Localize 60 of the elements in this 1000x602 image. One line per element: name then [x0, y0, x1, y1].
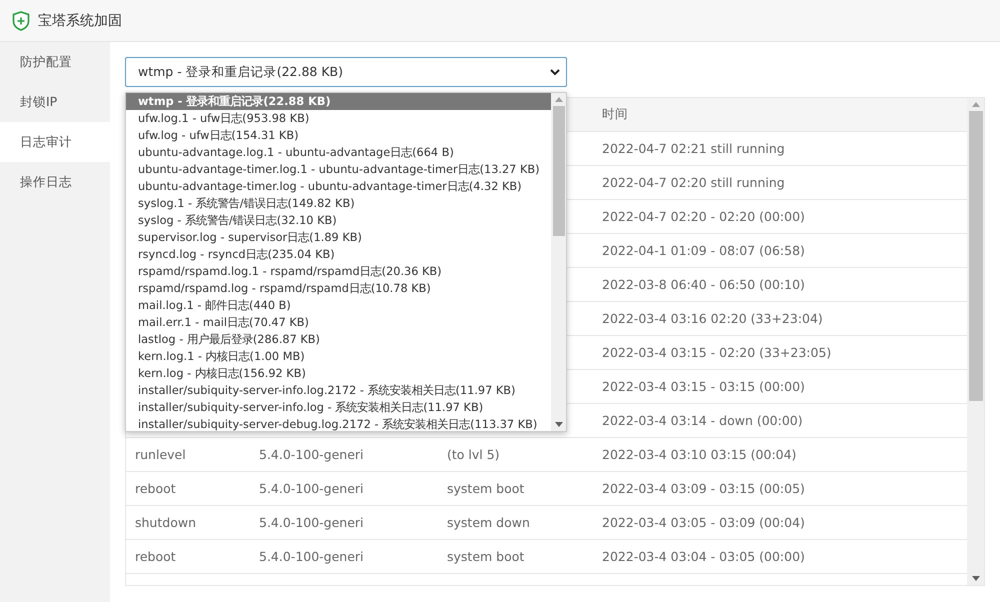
scrollbar[interactable] — [967, 98, 984, 585]
dropdown-option[interactable]: lastlog - 用户最后登录(286.87 KB) — [126, 331, 551, 348]
dropdown-option[interactable]: ubuntu-advantage-timer.log - ubuntu-advantage-timer日志(4.32 KB) — [126, 178, 551, 195]
table-cell-text: system boot — [446, 549, 526, 564]
dropdown-option[interactable]: installer/subiquity-server-info.log.2172 - 系统安装相关日志(11.97 KB) — [126, 382, 551, 399]
dropdown-option[interactable]: kern.log.1 - 内核日志(1.00 MB) — [126, 348, 551, 365]
table-cell-text: 5.4.0-100-generi — [258, 515, 365, 530]
sidebar-item[interactable]: 封锁IP — [0, 82, 110, 122]
table-cell-text: system boot — [446, 481, 526, 496]
table-cell-text: 2022-03-4 03:10 03:15 (00:04) — [601, 447, 798, 462]
column-header: 时间 — [601, 106, 629, 123]
table-cell-text: 2022-03-4 03:14 - down (00:00) — [601, 413, 804, 428]
table-cell-text: 5.4.0-100-generi — [258, 549, 365, 564]
table-cell-text: runlevel — [134, 447, 187, 462]
dropdown-option[interactable]: rspamd/rspamd.log.1 - rspamd/rspamd日志(20.36 KB) — [126, 263, 551, 280]
table-cell-text: reboot — [134, 549, 177, 564]
triangle-down-icon[interactable] — [972, 576, 980, 581]
table-cell-text: 2022-03-4 03:16 02:20 (33+23:04) — [601, 311, 824, 326]
sidebar-item[interactable]: 日志审计 — [0, 122, 110, 162]
table-cell-text: (to lvl 5) — [446, 447, 501, 462]
table-cell-text: reboot — [134, 481, 177, 496]
dropdown-option[interactable]: ufw.log.1 - ufw日志(953.98 KB) — [126, 110, 551, 127]
dropdown-option[interactable]: mail.err.1 - mail日志(70.47 KB) — [126, 314, 551, 331]
log-select[interactable]: wtmp - 登录和重启记录(22.88 KB) — [125, 57, 567, 87]
sidebar-item[interactable]: 防护配置 — [0, 42, 110, 82]
dropdown-option[interactable]: rspamd/rspamd.log - rspamd/rspamd日志(10.78 KB) — [126, 280, 551, 297]
dropdown-option[interactable]: installer/subiquity-server-info.log - 系统安装相关日志(11.97 KB) — [126, 399, 551, 416]
dropdown-option[interactable]: mail.log.1 - 邮件日志(440 B) — [126, 297, 551, 314]
table-cell-text: system down — [446, 515, 531, 530]
table-cell-text: 5.4.0-100-generi — [258, 447, 365, 462]
shield-plus-icon — [12, 10, 30, 30]
triangle-up-icon[interactable] — [972, 102, 980, 107]
window-title: 宝塔系统加固 — [38, 12, 122, 30]
table-cell-text: 2022-03-8 06:40 - 06:50 (00:10) — [601, 277, 806, 292]
table-cell-text: 2022-04-1 01:09 - 08:07 (06:58) — [601, 243, 806, 258]
table-cell-text: 2022-04-7 02:20 - 02:20 (00:00) — [601, 209, 806, 224]
dropdown-option[interactable]: installer/subiquity-server-debug.log.2172 - 系统安装相关日志(113.37 KB) — [126, 416, 551, 431]
table-cell-text: 2022-03-4 03:15 - 03:15 (00:00) — [601, 379, 806, 394]
table-cell-text: 2022-03-4 03:05 - 03:09 (00:04) — [601, 515, 806, 530]
table-cell-text: 2022-03-4 03:09 - 03:15 (00:05) — [601, 481, 806, 496]
dropdown-option[interactable]: syslog.1 - 系统警告/错误日志(149.82 KB) — [126, 195, 551, 212]
dropdown-option[interactable]: syslog - 系统警告/错误日志(32.10 KB) — [126, 212, 551, 229]
dropdown-option[interactable]: ubuntu-advantage-timer.log.1 - ubuntu-advantage-timer日志(13.27 KB) — [126, 161, 551, 178]
dropdown-option[interactable]: wtmp - 登录和重启记录(22.88 KB) — [126, 93, 551, 110]
dropdown-option[interactable]: supervisor.log - supervisor日志(1.89 KB) — [126, 229, 551, 246]
dropdown-option[interactable]: ubuntu-advantage.log.1 - ubuntu-advantage日志(664 B) — [126, 144, 551, 161]
table-cell-text: shutdown — [134, 515, 197, 530]
table-cell-text: 5.4.0-100-generi — [258, 481, 365, 496]
dropdown-option[interactable]: rsyncd.log - rsyncd日志(235.04 KB) — [126, 246, 551, 263]
triangle-up-icon[interactable] — [554, 97, 562, 102]
sidebar-item[interactable]: 操作日志 — [0, 162, 110, 202]
table-cell-text: 2022-03-4 03:15 - 02:20 (33+23:05) — [601, 345, 832, 360]
table-cell-text: 2022-04-7 02:20 still running — [601, 175, 786, 190]
table-cell-text: 2022-03-4 03:04 - 03:05 (00:00) — [601, 549, 806, 564]
dropdown-option[interactable]: kern.log - 内核日志(156.92 KB) — [126, 365, 551, 382]
table-cell-text: 2022-04-7 02:21 still running — [601, 141, 786, 156]
triangle-down-icon[interactable] — [554, 422, 562, 427]
dropdown-option[interactable]: ufw.log - ufw日志(154.31 KB) — [126, 127, 551, 144]
scrollbar[interactable] — [551, 93, 566, 431]
chevron-down-icon — [550, 68, 560, 76]
